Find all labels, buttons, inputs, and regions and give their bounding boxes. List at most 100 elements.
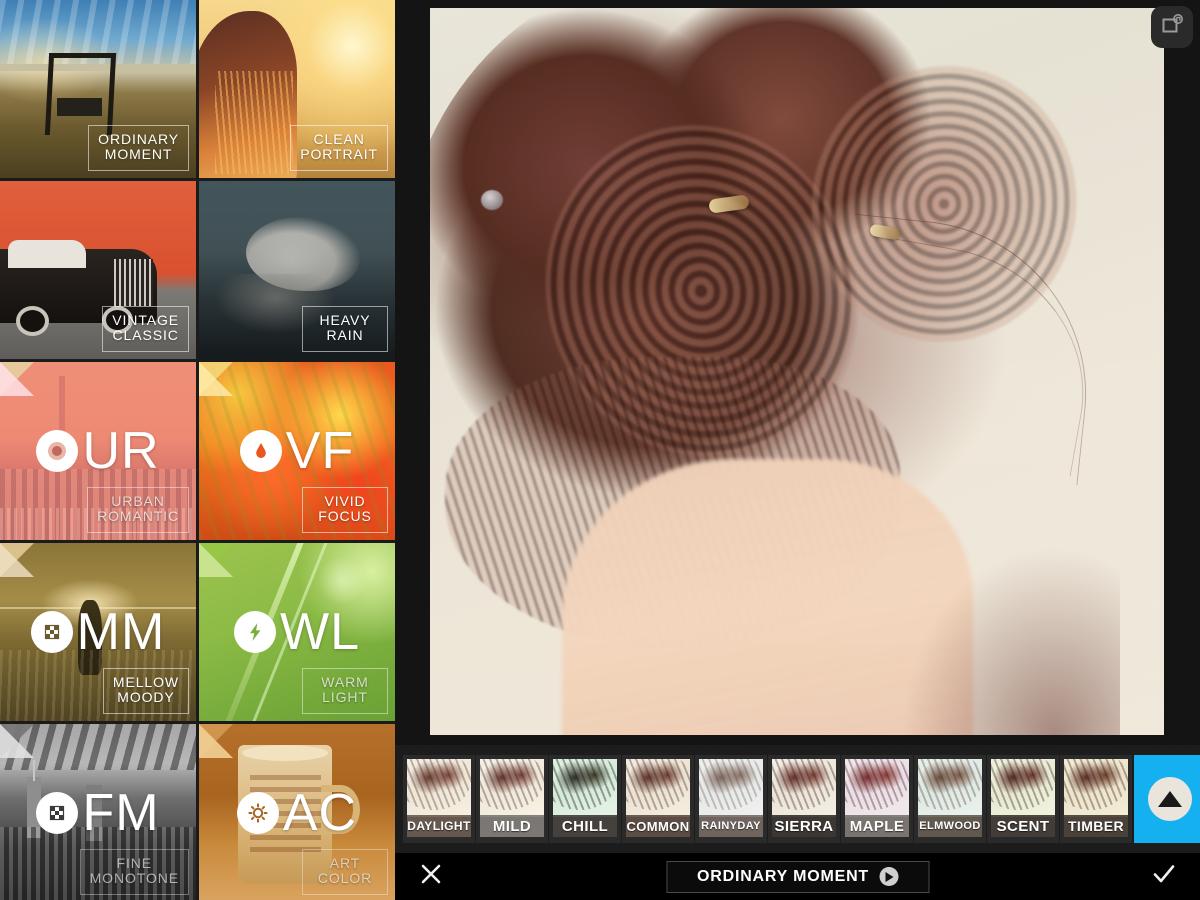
filter-filmstrip[interactable]: DAYLIGHT MILD CHILL COMMON RAINYDAY SIER…: [395, 745, 1200, 853]
preset-label-vintage-classic: VINTAGE CLASSIC: [102, 305, 189, 352]
preset-label-line2: MONOTONE: [89, 870, 179, 887]
filter-thumb-chill[interactable]: CHILL: [549, 755, 621, 843]
preset-label-line2: PORTRAIT: [300, 146, 378, 163]
filter-thumb-sierra[interactable]: SIERRA: [768, 755, 840, 843]
preset-corner-badge: [199, 362, 233, 396]
preset-abbr: MM: [76, 603, 166, 661]
preset-abbr: VF: [285, 422, 355, 480]
preset-abbr: FM: [82, 784, 160, 842]
filter-thumb-image: [699, 759, 763, 817]
photo-filter-app: ORDINARY MOMENT CLEAN PORTRAIT VINTAGE C…: [0, 0, 1200, 900]
preset-corner-badge: [199, 543, 233, 577]
filter-thumb-rainyday[interactable]: RAINYDAY: [695, 755, 767, 843]
cancel-button[interactable]: [411, 857, 451, 897]
preset-tile-ordinary-moment[interactable]: ORDINARY MOMENT: [0, 0, 196, 178]
close-icon: [419, 862, 443, 891]
preset-label-line1: URBAN: [111, 492, 165, 509]
preset-label-urban-romantic: URBAN ROMANTIC: [87, 486, 189, 533]
preset-abbr: UR: [82, 422, 160, 480]
filter-label: SCENT: [991, 815, 1055, 837]
preset-tile-warm-light[interactable]: WL WARM LIGHT: [199, 543, 395, 721]
preset-label-line2: ROMANTIC: [97, 508, 179, 525]
checkerboard-icon: [30, 611, 73, 653]
preset-tile-urban-romantic[interactable]: UR URBAN ROMANTIC: [0, 362, 196, 540]
filter-thumb-image: [991, 759, 1055, 817]
filter-thumb-timber[interactable]: TIMBER: [1060, 755, 1132, 843]
preset-tile-heavy-rain[interactable]: HEAVY RAIN: [199, 181, 395, 359]
revert-photo-icon: [1160, 13, 1184, 42]
sun-icon: [236, 792, 279, 834]
filter-thumb-maple[interactable]: MAPLE: [841, 755, 913, 843]
filter-thumb-image: [918, 759, 982, 817]
preset-tile-fine-monotone[interactable]: FM FINE MONOTONE: [0, 724, 196, 900]
preset-label-line1: HEAVY: [319, 311, 371, 328]
preset-tile-art-color[interactable]: AC ART COLOR: [199, 724, 395, 900]
filter-label: SIERRA: [772, 815, 836, 837]
current-preset-label: ORDINARY MOMENT: [697, 867, 869, 885]
preset-mark-warm-light: WL: [199, 606, 395, 658]
preset-mark-art-color: AC: [199, 787, 395, 839]
preset-tile-vivid-focus[interactable]: VF VIVID FOCUS: [199, 362, 395, 540]
preset-label-line1: MELLOW: [112, 673, 179, 690]
filter-label: ELMWOOD: [918, 815, 982, 837]
preset-label-line2: MOMENT: [104, 146, 173, 163]
preset-corner-badge: [0, 362, 34, 396]
preset-label-ordinary-moment: ORDINARY MOMENT: [88, 124, 189, 171]
preset-corner-badge: [199, 724, 233, 758]
preset-label-fine-monotone: FINE MONOTONE: [79, 848, 189, 895]
bottom-toolbar: ORDINARY MOMENT: [395, 853, 1200, 900]
play-icon: [879, 867, 898, 886]
filter-thumb-daylight[interactable]: DAYLIGHT: [403, 755, 475, 843]
preset-tile-mellow-moody[interactable]: MM MELLOW MOODY: [0, 543, 196, 721]
filter-label: DAYLIGHT: [407, 815, 471, 837]
filter-thumb-image: [407, 759, 471, 817]
lightning-icon: [234, 611, 276, 653]
preset-label-line2: FOCUS: [318, 508, 372, 525]
preset-abbr: AC: [282, 784, 358, 842]
preset-label-line1: VINTAGE: [112, 311, 179, 328]
preset-label-line2: CLASSIC: [112, 327, 179, 344]
filter-thumb-image: [845, 759, 909, 817]
preset-label-line2: MOODY: [117, 689, 175, 706]
triangle-up-icon: [1148, 777, 1192, 821]
filter-thumb-common[interactable]: COMMON: [622, 755, 694, 843]
preset-mark-vivid-focus: VF: [199, 425, 395, 477]
filter-thumb-image: [553, 759, 617, 817]
preset-label-line1: ART: [329, 854, 361, 871]
preset-corner-badge: [0, 724, 34, 758]
preset-label-line2: COLOR: [317, 870, 373, 887]
preset-label-line2: RAIN: [326, 327, 364, 344]
preset-label-mellow-moody: MELLOW MOODY: [102, 667, 189, 714]
preset-label-line2: LIGHT: [322, 689, 368, 706]
preset-label-line1: CLEAN: [313, 130, 365, 147]
filter-thumb-scent[interactable]: SCENT: [987, 755, 1059, 843]
filter-label: TIMBER: [1064, 815, 1128, 837]
filmstrip-toggle-button[interactable]: [1134, 755, 1200, 843]
filter-label: RAINYDAY: [699, 815, 763, 837]
preset-label-line1: FINE: [116, 854, 153, 871]
filter-thumb-image: [480, 759, 544, 817]
preset-label-line1: VIVID: [324, 492, 366, 509]
filter-thumb-mild[interactable]: MILD: [476, 755, 548, 843]
preset-tile-vintage-classic[interactable]: VINTAGE CLASSIC: [0, 181, 196, 359]
preset-abbr: WL: [280, 603, 360, 661]
current-preset-button[interactable]: ORDINARY MOMENT: [666, 860, 929, 893]
filter-label: COMMON: [626, 815, 690, 837]
confirm-button[interactable]: [1144, 857, 1184, 897]
check-icon: [1151, 861, 1177, 892]
preset-label-clean-portrait: CLEAN PORTRAIT: [290, 124, 388, 171]
preset-mark-fine-monotone: FM: [0, 787, 196, 839]
preset-label-art-color: ART COLOR: [302, 848, 388, 895]
filter-thumb-image: [772, 759, 836, 817]
droplet-icon: [239, 430, 282, 472]
preset-tile-clean-portrait[interactable]: CLEAN PORTRAIT: [199, 0, 395, 178]
filter-label: MAPLE: [845, 815, 909, 837]
compare-original-button[interactable]: [1151, 6, 1193, 48]
photo-preview[interactable]: [430, 8, 1164, 735]
preset-label-line1: ORDINARY: [98, 130, 179, 147]
preset-mark-mellow-moody: MM: [0, 606, 196, 658]
filter-label: MILD: [480, 815, 544, 837]
preset-label-vivid-focus: VIVID FOCUS: [302, 486, 388, 533]
preset-grid: ORDINARY MOMENT CLEAN PORTRAIT VINTAGE C…: [0, 0, 395, 900]
filter-thumb-elmwood[interactable]: ELMWOOD: [914, 755, 986, 843]
